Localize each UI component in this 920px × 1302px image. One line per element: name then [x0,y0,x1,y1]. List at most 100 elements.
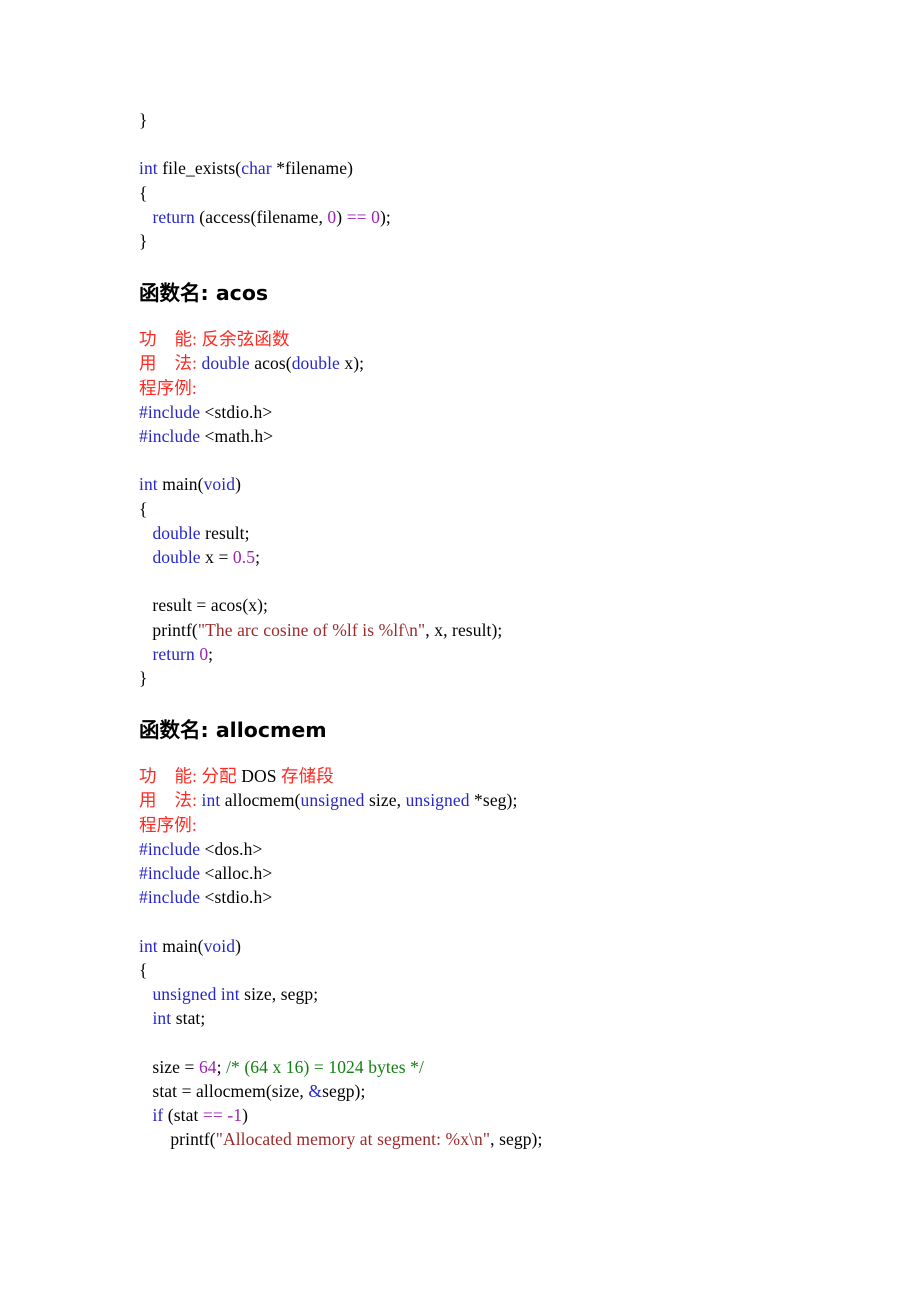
code-token: , segp); [490,1129,543,1150]
description-block: 功 能: 分配 DOS 存储段用 法: int allocmem(unsigne… [139,764,839,837]
code-token: 功 能 [139,329,193,350]
code-token: , x, result); [425,619,503,640]
code-token: 反余弦函数 [201,329,290,350]
code-token: size, [364,790,406,811]
code-line: #include <dos.h> [139,837,839,861]
code-token: void [203,935,236,956]
code-token: 0.5 [232,547,256,568]
code-line: #include <stdio.h> [139,885,839,909]
code-token: <dos.h> [200,838,263,859]
code-token: double [152,522,201,543]
code-token: stat = allocmem(size, [139,1080,309,1101]
code-token: int [139,935,158,956]
code-token: 用 法 [139,790,193,811]
code-token: size = [139,1056,199,1077]
code-token: segp); [322,1080,366,1101]
code-line: double x = 0.5; [139,545,839,569]
code-token: : [191,377,197,398]
code-token: <math.h> [200,426,274,447]
description-block: 功 能: 反余弦函数用 法: double acos(double x); 程序例… [139,327,839,400]
code-line: return 0; [139,642,839,666]
code-token: 分配 [201,766,237,787]
heading-function-name: allocmem [215,718,327,743]
top-code-block: } int file_exists(char *filename){ retur… [139,108,839,253]
code-token: ) [235,935,242,956]
description-line: 程序例: [139,813,839,837]
code-token: } [139,668,148,689]
code-token: (stat [163,1105,203,1126]
code-line: if (stat == -1) [139,1103,839,1127]
code-token: *filename) [271,158,354,179]
code-token: return [152,643,195,664]
code-token: "The arc cosine of %lf is %lf\n" [197,619,426,640]
heading-label: 函数名 [139,718,201,743]
code-line: size = 64; /* (64 x 16) = 1024 bytes */ [139,1055,839,1079]
code-token: ); [379,206,391,227]
code-token: ; [255,547,261,568]
code-token: : [192,766,202,787]
code-token: 存储段 [281,766,334,787]
code-token: 程序例 [139,814,192,835]
code-line: int file_exists(char *filename) [139,156,839,180]
code-token: unsigned [405,790,470,811]
code-token: result; [200,522,250,543]
code-token: double [291,353,340,374]
code-line: } [139,666,839,690]
code-token: : [192,790,202,811]
code-token: : [192,353,202,374]
code-token: <stdio.h> [200,401,273,422]
code-token: /* (64 x 16) = 1024 bytes */ [226,1056,424,1077]
code-token: result = acos(x); [139,595,268,616]
heading-separator: : [200,281,216,306]
code-token: file_exists( [157,158,242,179]
code-line: unsigned int size, segp; [139,982,839,1006]
heading-label: 函数名 [139,281,201,306]
code-token: int [152,1008,172,1029]
code-token: ) [235,474,242,495]
code-line: int main(void) [139,472,839,496]
code-token: double [152,547,201,568]
code-line: result = acos(x); [139,593,839,617]
code-token: #include [139,838,201,859]
code-token: : [192,329,202,350]
function-section-acos: 函数名: acos 功 能: 反余弦函数用 法: double acos(doub… [139,279,839,690]
code-token: <stdio.h> [200,887,273,908]
code-line: int main(void) [139,934,839,958]
code-token: : [191,814,197,835]
code-token: 0 [199,643,209,664]
code-token: ) [242,1105,249,1126]
code-line: return (access(filename, 0) == 0); [139,205,839,229]
code-line: } [139,108,839,132]
code-token: (access(filename, [194,206,328,227]
code-token: { [139,498,148,519]
sections-container: 函数名: acos 功 能: 反余弦函数用 法: double acos(doub… [139,279,839,1151]
code-line: printf("Allocated memory at segment: %x\… [139,1127,839,1151]
heading-separator: : [200,718,216,743]
code-line: double result; [139,521,839,545]
code-token: & [308,1080,323,1101]
description-line: 功 能: 反余弦函数 [139,327,839,351]
code-token: DOS [236,766,282,787]
code-token: #include [139,863,201,884]
description-line: 用 法: double acos(double x); [139,351,839,375]
code-token: #include [139,426,201,447]
code-token: x = [200,547,233,568]
code-token: { [139,182,148,203]
code-token: ; [208,643,214,664]
code-token: unsigned int [152,984,240,1005]
code-line: { [139,181,839,205]
code-token: 64 [198,1056,217,1077]
code-token: 0 [371,206,380,227]
code-token: "Allocated memory at segment: %x\n" [215,1129,491,1150]
code-token: if [152,1105,164,1126]
code-token: ; [216,1056,227,1077]
